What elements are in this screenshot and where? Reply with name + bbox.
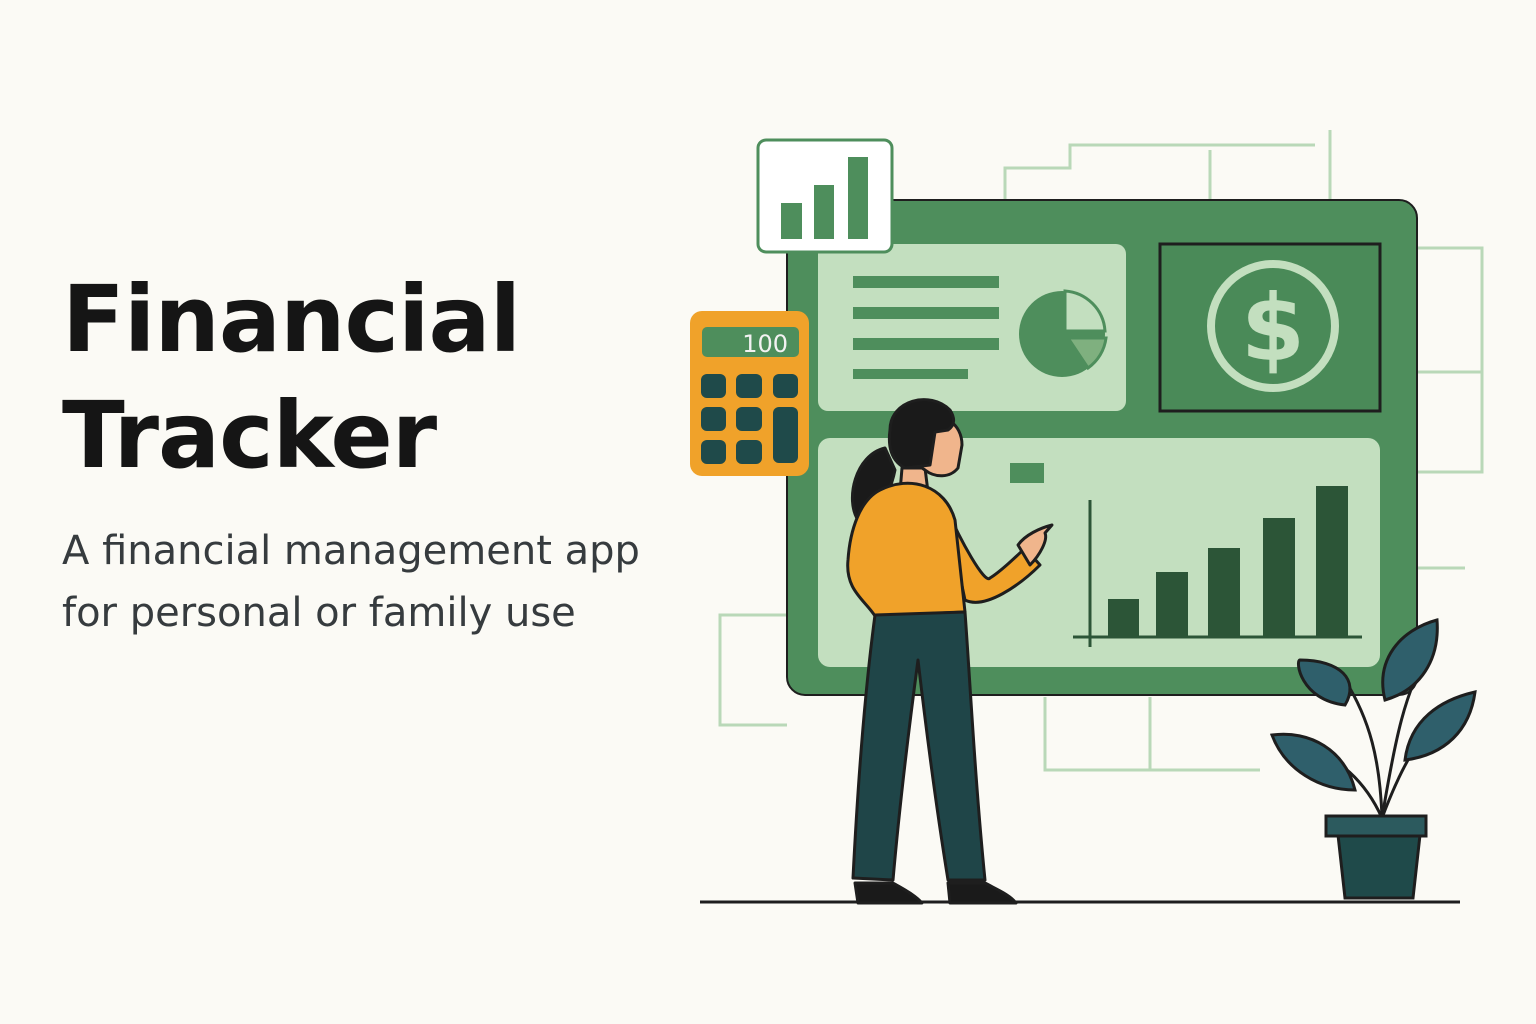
bar-chart-icon — [756, 138, 894, 254]
chart-bar — [1208, 548, 1240, 637]
calculator-icon: 100 — [690, 311, 809, 476]
chart-bar — [1263, 518, 1295, 637]
chart-bar — [1156, 572, 1188, 637]
hero-banner: Financial Tracker A financial management… — [0, 0, 1536, 1024]
currency-symbol: $ — [1241, 275, 1305, 382]
calculator-display-value: 100 — [742, 330, 788, 358]
finance-dashboard-illustration: $ 100 — [690, 130, 1484, 905]
chart-bar — [1316, 486, 1348, 637]
pie-chart-icon — [1019, 289, 1108, 377]
panel-tag — [1010, 463, 1044, 483]
chart-bar — [1108, 599, 1139, 637]
